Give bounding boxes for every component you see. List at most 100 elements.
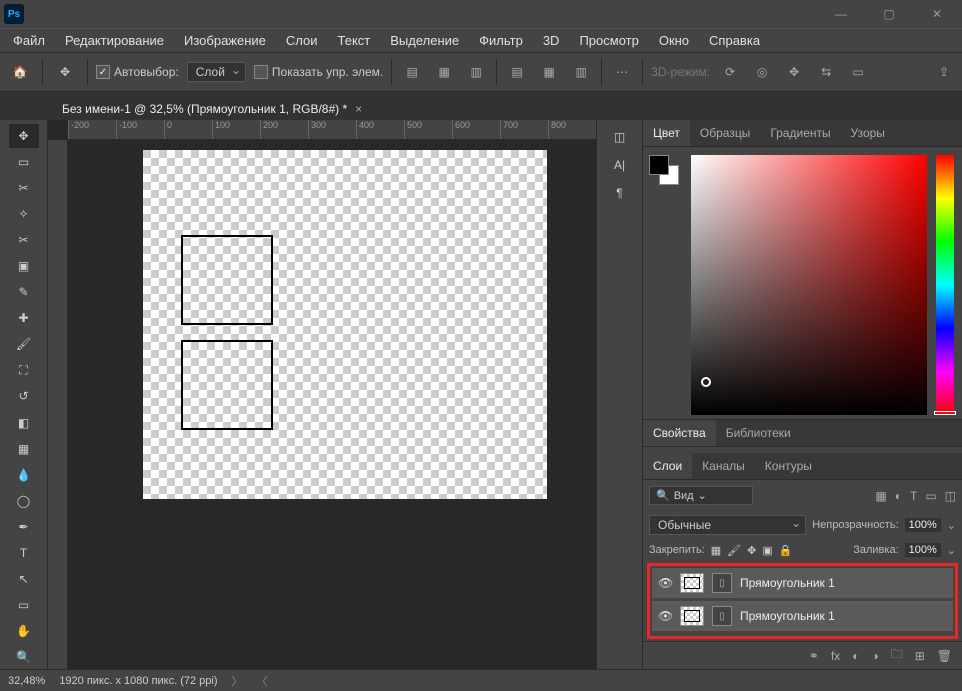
character-panel-icon[interactable]: A| xyxy=(614,158,625,172)
3d-scale-icon[interactable]: ▭ xyxy=(846,60,870,84)
layer-fx-icon[interactable]: fx xyxy=(831,649,840,663)
menu-view[interactable]: Просмотр xyxy=(570,30,647,51)
status-arrow-icon[interactable]: 〉 xyxy=(232,673,243,689)
tab-swatches[interactable]: Образцы xyxy=(690,120,760,146)
layer-name[interactable]: Прямоугольник 1 xyxy=(740,576,835,590)
show-controls-checkbox[interactable]: Показать упр. элем. xyxy=(254,65,383,79)
hue-slider[interactable] xyxy=(936,155,954,415)
align-bottom-icon[interactable]: ▥ xyxy=(569,60,593,84)
paragraph-panel-icon[interactable]: ¶ xyxy=(616,186,622,200)
layer-filter-dropdown[interactable]: 🔍 Вид ⌄ xyxy=(649,486,753,505)
visibility-toggle-icon[interactable]: 👁 xyxy=(658,576,672,590)
layer-mask-icon[interactable]: ◐ xyxy=(852,649,859,663)
align-center-icon[interactable]: ▦ xyxy=(432,60,456,84)
fg-bg-swatches[interactable] xyxy=(649,155,679,187)
menu-image[interactable]: Изображение xyxy=(175,30,275,51)
delete-layer-icon[interactable]: 🗑 xyxy=(937,649,952,663)
tab-patterns[interactable]: Узоры xyxy=(841,120,895,146)
menu-3d[interactable]: 3D xyxy=(534,30,569,51)
tab-properties[interactable]: Свойства xyxy=(643,420,716,446)
filter-adjust-icon[interactable]: ◐ xyxy=(895,489,902,503)
stamp-tool[interactable]: ⛶ xyxy=(9,358,39,382)
color-field[interactable] xyxy=(691,155,927,415)
autoselect-target-dropdown[interactable]: Слой xyxy=(187,62,246,82)
opacity-value[interactable]: 100% xyxy=(905,518,941,532)
frame-tool[interactable]: ▣ xyxy=(9,254,39,278)
blur-tool[interactable]: 💧 xyxy=(9,463,39,487)
3d-slide-icon[interactable]: ⇆ xyxy=(814,60,838,84)
layer-row[interactable]: 👁 ▯ Прямоугольник 1 xyxy=(652,568,953,598)
shape-rectangle-1[interactable] xyxy=(181,235,273,325)
layer-thumbnail[interactable] xyxy=(680,606,704,626)
home-button[interactable]: 🏠 xyxy=(6,58,34,86)
filter-smart-icon[interactable]: ◫ xyxy=(945,489,956,503)
close-tab-icon[interactable]: × xyxy=(355,102,362,116)
align-middle-icon[interactable]: ▦ xyxy=(537,60,561,84)
menu-select[interactable]: Выделение xyxy=(381,30,468,51)
tab-channels[interactable]: Каналы xyxy=(692,453,755,479)
menu-help[interactable]: Справка xyxy=(700,30,769,51)
brush-tool[interactable]: 🖌 xyxy=(9,332,39,356)
canvas-area[interactable]: -200-1000100200300400500600700800 xyxy=(48,120,596,669)
tab-libraries[interactable]: Библиотеки xyxy=(716,420,801,446)
window-close[interactable]: ✕ xyxy=(916,0,958,28)
crop-tool[interactable]: ✂ xyxy=(9,228,39,252)
lock-artboard-icon[interactable]: ▣ xyxy=(762,544,772,557)
lock-brush-icon[interactable]: 🖌 xyxy=(727,544,741,557)
new-layer-icon[interactable]: ⊞ xyxy=(915,649,925,663)
fill-value[interactable]: 100% xyxy=(905,543,941,557)
tab-color[interactable]: Цвет xyxy=(643,120,690,146)
menu-edit[interactable]: Редактирование xyxy=(56,30,173,51)
foreground-color[interactable] xyxy=(649,155,669,175)
filter-pixel-icon[interactable]: ▦ xyxy=(875,489,886,503)
hand-tool[interactable]: ✋ xyxy=(9,619,39,643)
align-right-icon[interactable]: ▥ xyxy=(464,60,488,84)
zoom-tool[interactable]: 🔍 xyxy=(9,645,39,669)
gradient-tool[interactable]: ▦ xyxy=(9,437,39,461)
tab-gradients[interactable]: Градиенты xyxy=(760,120,840,146)
blend-mode-dropdown[interactable]: Обычные xyxy=(649,515,806,535)
layer-mask-thumbnail[interactable]: ▯ xyxy=(712,606,732,626)
group-icon[interactable]: 🗀 xyxy=(891,645,903,666)
autoselect-checkbox[interactable]: Автовыбор: xyxy=(96,65,179,79)
link-layers-icon[interactable]: ⚭ xyxy=(809,649,819,663)
layer-name[interactable]: Прямоугольник 1 xyxy=(740,609,835,623)
3d-pan-icon[interactable]: ✥ xyxy=(782,60,806,84)
filter-shape-icon[interactable]: ▭ xyxy=(925,489,936,503)
eraser-tool[interactable]: ◧ xyxy=(9,411,39,435)
pen-tool[interactable]: ✒ xyxy=(9,515,39,539)
window-minimize[interactable]: — xyxy=(820,0,862,28)
filter-type-icon[interactable]: T xyxy=(910,489,917,503)
menu-file[interactable]: Файл xyxy=(4,30,54,51)
document-tab[interactable]: Без имени-1 @ 32,5% (Прямоугольник 1, RG… xyxy=(50,97,374,120)
heal-tool[interactable]: ✚ xyxy=(9,306,39,330)
layer-mask-thumbnail[interactable]: ▯ xyxy=(712,573,732,593)
share-icon[interactable]: ⇪ xyxy=(932,60,956,84)
history-panel-icon[interactable]: ◫ xyxy=(614,130,625,144)
visibility-toggle-icon[interactable]: 👁 xyxy=(658,609,672,623)
tab-paths[interactable]: Контуры xyxy=(755,453,822,479)
dodge-tool[interactable]: ◯ xyxy=(9,489,39,513)
layer-row[interactable]: 👁 ▯ Прямоугольник 1 xyxy=(652,601,953,631)
lasso-tool[interactable]: ✂ xyxy=(9,176,39,200)
3d-roll-icon[interactable]: ◎ xyxy=(750,60,774,84)
window-maximize[interactable]: ▢ xyxy=(868,0,910,28)
lock-position-icon[interactable]: ✥ xyxy=(747,544,756,557)
history-brush-tool[interactable]: ↺ xyxy=(9,384,39,408)
layer-thumbnail[interactable] xyxy=(680,573,704,593)
3d-orbit-icon[interactable]: ⟳ xyxy=(718,60,742,84)
move-tool[interactable]: ✥ xyxy=(9,124,39,148)
distribute-icon[interactable]: ⋯ xyxy=(610,60,634,84)
align-left-icon[interactable]: ▤ xyxy=(400,60,424,84)
lock-pixels-icon[interactable]: ▦ xyxy=(711,544,721,557)
rectangle-tool[interactable]: ▭ xyxy=(9,593,39,617)
eyedropper-tool[interactable]: ✎ xyxy=(9,280,39,304)
marquee-tool[interactable]: ▭ xyxy=(9,150,39,174)
menu-layer[interactable]: Слои xyxy=(277,30,327,51)
adjustment-layer-icon[interactable]: ◑ xyxy=(871,649,878,663)
document-info[interactable]: 1920 пикс. x 1080 пикс. (72 ppi) xyxy=(59,675,217,687)
menu-filter[interactable]: Фильтр xyxy=(470,30,532,51)
zoom-level[interactable]: 32,48% xyxy=(8,675,45,687)
menu-type[interactable]: Текст xyxy=(329,30,380,51)
wand-tool[interactable]: ✧ xyxy=(9,202,39,226)
